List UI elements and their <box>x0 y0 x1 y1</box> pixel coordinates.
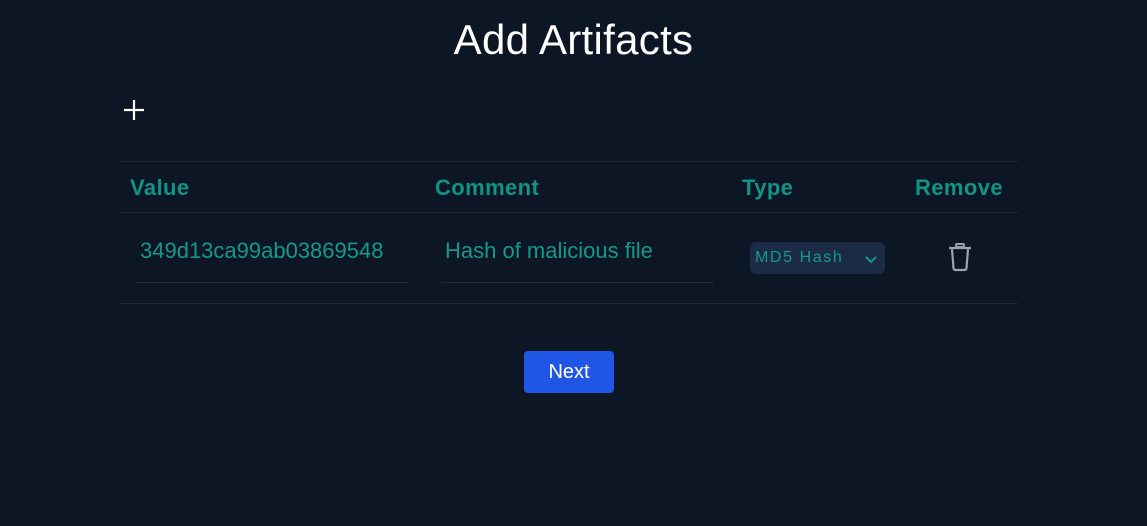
add-artifact-button[interactable] <box>121 97 147 123</box>
header-comment: Comment <box>435 175 540 200</box>
header-type: Type <box>742 175 794 200</box>
table-row: MD5 Hash <box>120 213 1018 304</box>
add-artifacts-page: Add Artifacts Value Comment Type Remove … <box>0 0 1147 526</box>
next-button[interactable]: Next <box>524 351 614 393</box>
chevron-down-icon <box>864 252 878 270</box>
comment-field-wrapper <box>441 225 714 283</box>
value-field-wrapper <box>136 225 408 283</box>
remove-row-button[interactable] <box>947 242 973 272</box>
value-input[interactable] <box>136 225 408 275</box>
header-value: Value <box>130 175 190 200</box>
type-select-value: MD5 Hash <box>755 249 844 266</box>
table-header-row: Value Comment Type Remove <box>120 161 1018 213</box>
comment-input[interactable] <box>441 225 714 275</box>
trash-icon <box>949 243 971 272</box>
type-select[interactable]: MD5 Hash <box>750 242 885 274</box>
artifacts-table: Value Comment Type Remove MD5 Hash <box>120 161 1018 304</box>
page-title: Add Artifacts <box>453 16 694 63</box>
header-remove: Remove <box>915 175 1003 200</box>
plus-icon <box>124 100 144 120</box>
